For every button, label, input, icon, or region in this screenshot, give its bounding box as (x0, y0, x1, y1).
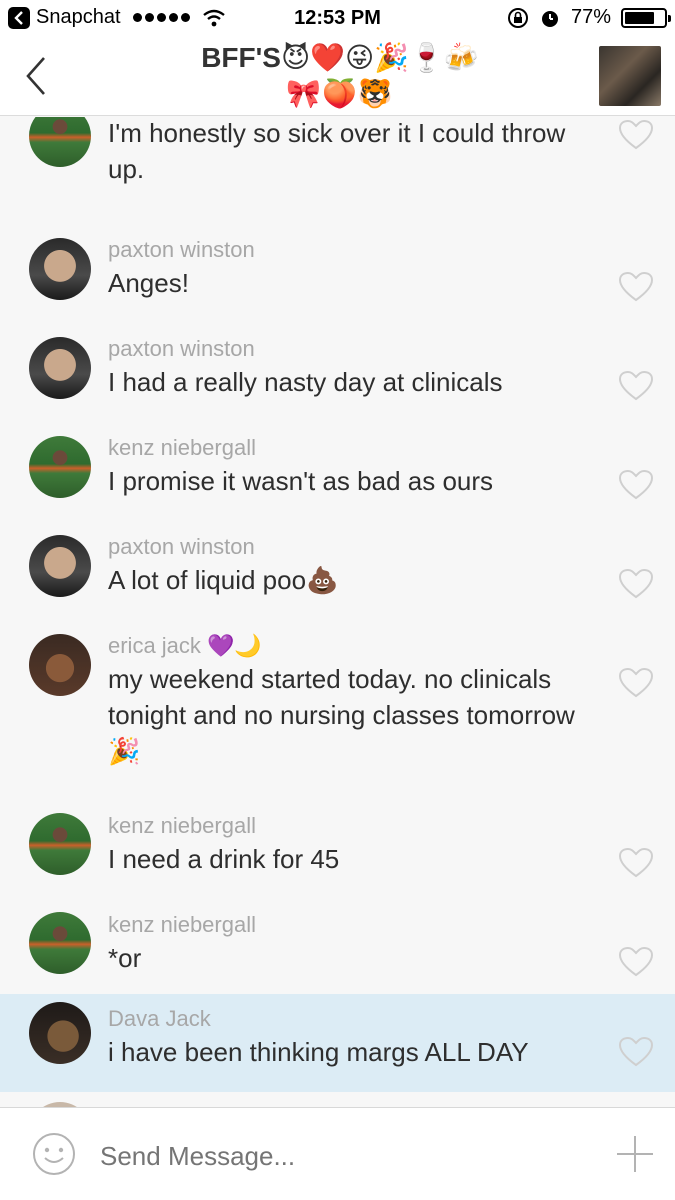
group-avatar[interactable] (599, 46, 661, 106)
battery-fill (625, 11, 655, 24)
message-text: *or (108, 943, 142, 973)
status-right: 77% (507, 6, 671, 29)
heart-icon[interactable] (618, 847, 654, 879)
avatar[interactable] (29, 634, 91, 696)
message-text: I promise it wasn't as bad as ours (108, 466, 494, 496)
message-text: I had a really nasty day at clinicals (108, 367, 503, 397)
status-bar: Snapchat 12:53 PM 77% (0, 0, 675, 38)
message-sender: kenz niebergall (108, 435, 256, 460)
avatar[interactable] (29, 912, 91, 974)
message-row[interactable]: kenz niebergall *or (0, 886, 675, 994)
message-sender: paxton winston (108, 336, 255, 361)
avatar[interactable] (29, 117, 91, 167)
heart-icon[interactable] (618, 469, 654, 501)
chat-title-line2: 🎀🍑🐯 (286, 78, 394, 109)
message-text: I'm honestly so sick over it I could thr… (108, 118, 566, 184)
avatar[interactable] (29, 337, 91, 399)
chat-title-line1: BFF'S😈❤️😜🎉🍷🍻 (201, 42, 479, 73)
message-sender: paxton winston (108, 237, 255, 262)
avatar[interactable] (29, 238, 91, 300)
smiley-icon[interactable] (32, 1132, 76, 1176)
message-text: I need a drink for 45 (108, 844, 340, 874)
message-row[interactable]: kenz niebergall I promise it wasn't as ba… (0, 409, 675, 508)
chat-title[interactable]: BFF'S😈❤️😜🎉🍷🍻 🎀🍑🐯 (150, 40, 530, 112)
heart-icon[interactable] (618, 667, 654, 699)
orientation-lock-icon (507, 7, 528, 28)
avatar[interactable] (29, 535, 91, 597)
message-text: my weekend started today. no clinicals t… (108, 664, 575, 766)
avatar[interactable] (29, 813, 91, 875)
message-sender: erica jack 💜🌙 (108, 633, 262, 658)
message-row[interactable]: Dava Jack i have been thinking margs ALL … (0, 994, 675, 1092)
message-text: i have been thinking margs ALL DAY (108, 1037, 529, 1067)
heart-icon[interactable] (618, 568, 654, 600)
message-sender: Dava Jack (108, 1006, 211, 1031)
message-text: Anges! (108, 268, 189, 298)
battery-percent: 77% (570, 6, 611, 28)
battery-icon (621, 7, 671, 28)
message-row[interactable]: kenz niebergallI'm honestly so sick over… (0, 117, 675, 211)
send-message-input[interactable] (100, 1138, 560, 1174)
heart-icon[interactable] (618, 370, 654, 402)
message-row[interactable]: erica jack 💜🌙 my weekend started today. n… (0, 607, 675, 787)
message-sender: kenz niebergall (108, 912, 256, 937)
message-composer (0, 1107, 675, 1200)
heart-icon[interactable] (618, 1036, 654, 1068)
message-sender: paxton winston (108, 534, 255, 559)
back-chevron-icon[interactable] (22, 54, 52, 98)
alarm-icon (541, 10, 558, 27)
message-sender: kenz niebergall (108, 813, 256, 838)
heart-icon[interactable] (618, 271, 654, 303)
heart-icon[interactable] (618, 946, 654, 978)
message-list[interactable]: kenz niebergall I'm honestly so sick over… (0, 117, 675, 1107)
message-text: A lot of liquid poo💩 (108, 565, 339, 595)
avatar[interactable] (29, 1002, 91, 1064)
message-row[interactable]: paxton winston A lot of liquid poo💩 (0, 508, 675, 607)
avatar[interactable] (29, 436, 91, 498)
chat-header: BFF'S😈❤️😜🎉🍷🍻 🎀🍑🐯 (0, 38, 675, 116)
heart-icon[interactable] (618, 119, 654, 151)
plus-icon[interactable] (615, 1134, 655, 1174)
message-row[interactable]: paxton winston Anges! (0, 211, 675, 310)
message-row[interactable]: paxton winston I had a really nasty day a… (0, 310, 675, 409)
message-row[interactable]: kenz niebergall I need a drink for 45 (0, 787, 675, 886)
